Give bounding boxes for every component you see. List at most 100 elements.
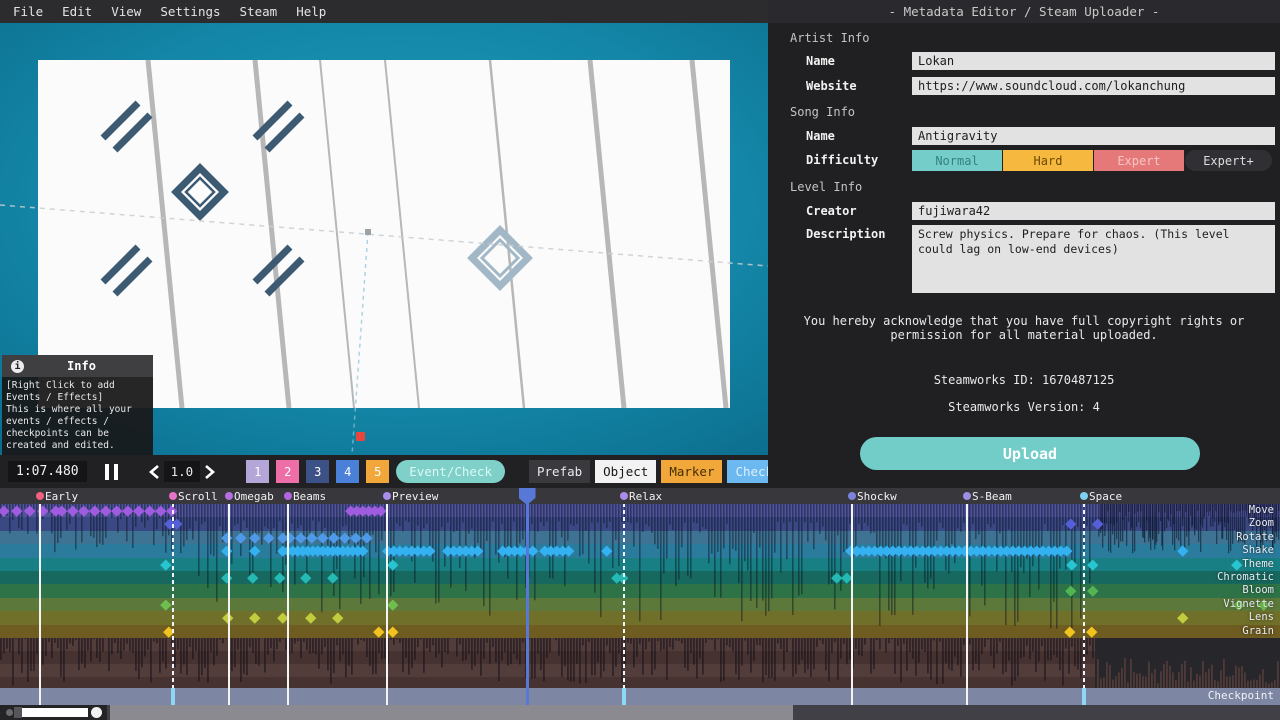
- difficulty-expert-plus-button[interactable]: Expert+: [1185, 150, 1272, 171]
- marker-dot-scroll[interactable]: [169, 492, 177, 500]
- level-view[interactable]: i Info [Right Click to add Events / Effe…: [0, 23, 768, 455]
- marker-line-omegab: [228, 496, 230, 705]
- prefab-button[interactable]: Prefab: [529, 460, 590, 483]
- track-row-chromatic[interactable]: [0, 571, 1280, 584]
- menu-item-edit[interactable]: Edit: [62, 4, 92, 19]
- marker-dot-omegab[interactable]: [225, 492, 233, 500]
- info-tooltip-line2: This is where all your events / effects …: [6, 404, 149, 452]
- artist-name-field[interactable]: Lokan: [912, 52, 1275, 70]
- artist-info-section: Artist Info: [790, 31, 869, 45]
- checkpoint-tick[interactable]: [171, 688, 175, 705]
- steamworks-id: Steamworks ID: 1670487125: [784, 373, 1264, 387]
- marker-dot-shockw[interactable]: [848, 492, 856, 500]
- marker-line-relax: [623, 496, 625, 705]
- layer-button-5[interactable]: 5: [366, 460, 389, 483]
- steamworks-version: Steamworks Version: 4: [784, 400, 1264, 414]
- info-tooltip-line1: [Right Click to add Events / Effects]: [6, 380, 149, 404]
- track-label-zoom: Zoom: [1249, 517, 1274, 530]
- menu-item-help[interactable]: Help: [296, 4, 326, 19]
- marker-label-s-beam[interactable]: S-Beam: [972, 490, 1012, 503]
- track-label-lens: Lens: [1249, 611, 1274, 624]
- marker-label-early[interactable]: Early: [45, 490, 78, 503]
- difficulty-hard-button[interactable]: Hard: [1003, 150, 1093, 171]
- timeline-zoom-widget[interactable]: [0, 705, 107, 720]
- metadata-panel: - Metadata Editor / Steam Uploader - Art…: [768, 0, 1280, 488]
- checkpoint-track[interactable]: Checkpoint: [0, 688, 1280, 705]
- track-label-move: Move: [1249, 504, 1274, 517]
- zoom-slider-handle[interactable]: [14, 707, 22, 718]
- guide-node: [365, 229, 371, 235]
- speed-display: 1.0: [164, 461, 201, 482]
- track-row-zoom[interactable]: [0, 517, 1280, 530]
- track-label-shake: Shake: [1242, 544, 1274, 557]
- track-row-vignette[interactable]: [0, 598, 1280, 611]
- difficulty-expert-button[interactable]: Expert: [1094, 150, 1184, 171]
- event-check-toggle[interactable]: Event/Check: [396, 460, 505, 483]
- menu-item-view[interactable]: View: [111, 4, 141, 19]
- marker-label-preview[interactable]: Preview: [392, 490, 438, 503]
- marker-dot-early[interactable]: [36, 492, 44, 500]
- pause-button[interactable]: [105, 464, 118, 480]
- track-row-lens[interactable]: [0, 611, 1280, 624]
- speed-down-button[interactable]: [148, 464, 160, 480]
- track-label-bloom: Bloom: [1242, 584, 1274, 597]
- timeline-header[interactable]: Early Scroll Omegab Beams Preview Relax Shockw…: [0, 488, 1280, 504]
- marker-line-space: [1083, 496, 1085, 705]
- info-tooltip-body: [Right Click to add Events / Effects] Th…: [2, 377, 153, 457]
- creator-label: Creator: [806, 204, 857, 218]
- marker-label-shockw[interactable]: Shockw: [857, 490, 897, 503]
- marker-dot-beams[interactable]: [284, 492, 292, 500]
- info-tooltip-header: i Info: [2, 355, 153, 377]
- menu-bar: File Edit View Settings Steam Help: [0, 0, 768, 23]
- marker-label-beams[interactable]: Beams: [293, 490, 326, 503]
- marker-line-early: [39, 496, 41, 705]
- zoom-slider-knob[interactable]: [91, 707, 102, 718]
- difficulty-normal-button[interactable]: Normal: [912, 150, 1002, 171]
- layer-button-3[interactable]: 3: [306, 460, 329, 483]
- menu-item-file[interactable]: File: [13, 4, 43, 19]
- description-label: Description: [806, 227, 885, 241]
- marker-line-s-beam: [966, 496, 968, 705]
- track-row-shake[interactable]: [0, 544, 1280, 557]
- marker-label-scroll[interactable]: Scroll: [178, 490, 218, 503]
- website-label: Website: [806, 79, 857, 93]
- artist-name-label: Name: [806, 54, 835, 68]
- layer-button-4[interactable]: 4: [336, 460, 359, 483]
- track-label-rotate: Rotate: [1236, 531, 1274, 544]
- layer-button-2[interactable]: 2: [276, 460, 299, 483]
- zoom-slider-track[interactable]: [22, 708, 88, 717]
- speed-up-button[interactable]: [204, 464, 216, 480]
- website-field[interactable]: https://www.soundcloud.com/lokanchung: [912, 77, 1275, 95]
- copyright-notice: You hereby acknowledge that you have ful…: [784, 314, 1264, 342]
- creator-field[interactable]: fujiwara42: [912, 202, 1275, 220]
- playhead-line: [526, 502, 529, 705]
- timeline-scrollbar-thumb[interactable]: [110, 705, 793, 720]
- marker-line-shockw: [851, 496, 853, 705]
- marker-button[interactable]: Marker: [661, 460, 722, 483]
- song-info-section: Song Info: [790, 105, 855, 119]
- zoom-out-icon[interactable]: [6, 709, 13, 716]
- track-row-rotate[interactable]: [0, 531, 1280, 544]
- marker-dot-relax[interactable]: [620, 492, 628, 500]
- marker-label-space[interactable]: Space: [1089, 490, 1122, 503]
- marker-line-scroll: [172, 496, 174, 705]
- marker-label-relax[interactable]: Relax: [629, 490, 662, 503]
- marker-dot-space[interactable]: [1080, 492, 1088, 500]
- marker-label-omegab[interactable]: Omegab: [234, 490, 274, 503]
- waveform-section: [0, 638, 1280, 688]
- menu-item-steam[interactable]: Steam: [240, 4, 278, 19]
- checkpoint-tick[interactable]: [1082, 688, 1086, 705]
- layer-button-1[interactable]: 1: [246, 460, 269, 483]
- event-timeline[interactable]: Early Scroll Omegab Beams Preview Relax Shockw…: [0, 488, 1280, 705]
- description-field[interactable]: Screw physics. Prepare for chaos. (This …: [912, 225, 1275, 293]
- marker-dot-s-beam[interactable]: [963, 492, 971, 500]
- object-button[interactable]: Object: [595, 460, 656, 483]
- track-row-move[interactable]: [0, 504, 1280, 517]
- song-name-field[interactable]: Antigravity: [912, 127, 1275, 145]
- upload-button[interactable]: Upload: [860, 437, 1200, 470]
- panel-title: - Metadata Editor / Steam Uploader -: [768, 0, 1280, 23]
- checkpoint-tick[interactable]: [622, 688, 626, 705]
- marker-dot-preview[interactable]: [383, 492, 391, 500]
- info-tooltip-title: Info: [24, 359, 139, 373]
- menu-item-settings[interactable]: Settings: [160, 4, 220, 19]
